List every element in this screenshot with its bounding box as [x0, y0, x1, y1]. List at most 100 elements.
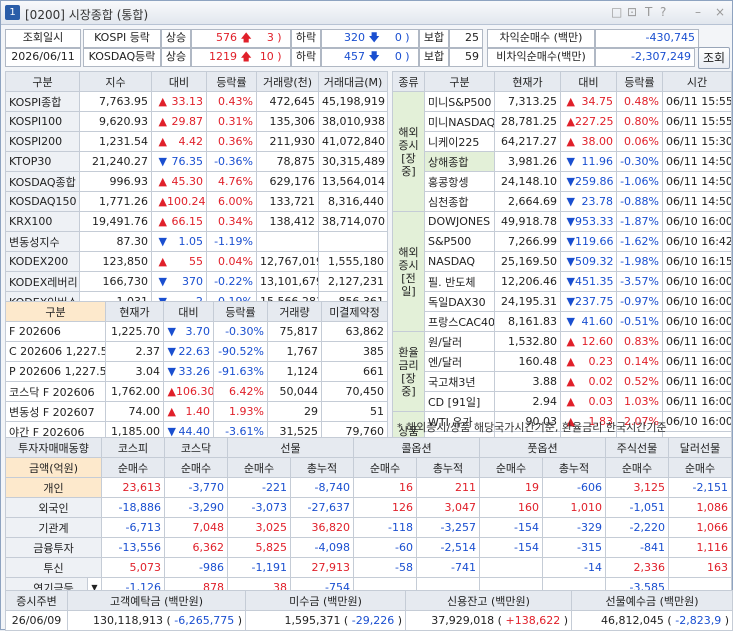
investor-col-futures: 선물	[227, 437, 354, 458]
world-name: 상해종합	[424, 151, 495, 172]
program-trade-label: 차익순매수 (백만)	[487, 29, 595, 48]
investor-value: 1,116	[668, 537, 732, 558]
index-row[interactable]: KRX100 19,491.76 ▲ 66.15 0.34% 138,412 38,714,…	[5, 211, 388, 232]
investor-value: -118	[353, 517, 417, 538]
world-row[interactable]: CD [91일] 2.94 ▲ 0.03 1.03% 06/11 16:00	[393, 391, 732, 412]
limit-down-count: 0	[394, 50, 402, 63]
index-row[interactable]: KOSDAQ150 1,771.26 ▲100.24 6.00% 133,721 8,31…	[5, 191, 388, 212]
world-change-value: 41.60	[581, 315, 614, 328]
investor-value: 1,066	[668, 517, 732, 538]
world-change-value: 451.35	[575, 275, 614, 288]
world-time: 06/10 16:00	[662, 271, 732, 292]
index-change: ▲ 33.13	[151, 91, 207, 112]
index-name: 변동성지수	[5, 231, 80, 252]
world-change-rate: -3.57%	[616, 271, 663, 292]
futures-row[interactable]: F 202606 1,225.70 ▼ 3.70 -0.30% 75,817 63,862	[5, 321, 388, 342]
world-row[interactable]: 니케이225 64,217.27 ▲ 38.00 0.06% 06/11 15:30	[393, 131, 732, 152]
investor-value: 163	[668, 557, 732, 578]
futures-open-interest: 70,450	[321, 381, 388, 402]
investor-value: -741	[416, 557, 480, 578]
futures-price: 74.00	[105, 401, 164, 422]
restore-icon[interactable]: □	[611, 5, 622, 19]
futures-change: ▲ 1.40	[163, 401, 214, 422]
index-row[interactable]: KOSPI200 1,231.54 ▲ 4.42 0.36% 211,930 41,072,…	[5, 131, 388, 152]
index-row[interactable]: KODEX200 123,850 ▲ 55 0.04% 12,767,019 1,555,1…	[5, 251, 388, 272]
world-row[interactable]: 해외 증시 [장중] 미니S&P500 7,313.25 ▲ 34.75 0.48% 06/…	[392, 91, 732, 212]
world-row[interactable]: 필. 반도체 12,206.46 ▼451.35 -3.57% 06/10 16:00	[393, 271, 732, 292]
world-change-rate: 0.48%	[616, 91, 663, 112]
world-time: 06/11 16:00	[662, 331, 732, 352]
help-icon[interactable]: ?	[660, 5, 666, 19]
index-change: ▼ 1.05	[151, 231, 207, 252]
index-change: ▲ 55	[151, 251, 207, 272]
world-row[interactable]: 홍콩항셍 24,148.10 ▼259.86 -1.06% 06/11 14:50	[393, 171, 732, 192]
index-row[interactable]: KOSPI종합 7,763.95 ▲ 33.13 0.43% 472,645 45,198,…	[5, 91, 388, 112]
index-value: 9,620.93	[79, 111, 152, 132]
world-change-rate: 0.83%	[616, 331, 663, 352]
index-change-rate: 0.04%	[206, 251, 257, 272]
investor-row[interactable]: 투신 5,073 -986 -1,191 27,913 -58 -741 -14 2,336 16…	[5, 557, 732, 578]
title-bar: 1 [0200] 시장종합 (통합) □ ⊡ T ? – ×	[1, 1, 732, 25]
world-row[interactable]: 독일DAX30 24,195.31 ▼237.75 -0.97% 06/10 16:00	[393, 291, 732, 312]
world-name: 필. 반도체	[424, 271, 495, 292]
world-change-rate: -1.87%	[616, 211, 663, 232]
world-row[interactable]: 심천종합 2,664.69 ▼ 23.78 -0.88% 06/11 14:50	[393, 191, 732, 212]
down-triangle-icon: ▼	[167, 345, 176, 358]
investor-col-kosdaq: 코스닥	[164, 437, 228, 458]
close-icon[interactable]: ×	[715, 5, 725, 19]
world-row[interactable]: 환율 금리 [장중] 원/달러 1,532.80 ▲ 12.60 0.83% 06/11 1…	[392, 331, 732, 412]
index-row[interactable]: KOSDAQ종합 996.93 ▲ 45.30 4.76% 629,176 13,564,0…	[5, 171, 388, 192]
futures-row[interactable]: P 202606 1,227.5 3.04 ▼ 33.26 -91.63% 1,124 66…	[5, 361, 388, 382]
investor-value	[479, 557, 543, 578]
copy-icon[interactable]: ⊡	[627, 5, 637, 19]
futures-row[interactable]: 코스닥 F 202606 1,762.00 ▲106.30 6.42% 50,044 70…	[5, 381, 388, 402]
index-row[interactable]: 변동성지수 87.30 ▼ 1.05 -1.19%	[5, 231, 388, 252]
credit-balance-change: +138,622	[505, 614, 561, 627]
investor-value: 126	[353, 497, 417, 518]
world-row[interactable]: S&P500 7,266.99 ▼119.66 -1.62% 06/10 16:42	[393, 231, 732, 252]
index-value: 21,240.27	[79, 151, 152, 172]
futures-row[interactable]: 변동성 F 202607 74.00 ▲ 1.40 1.93% 29 51	[5, 401, 388, 422]
up-triangle-icon: ▲	[566, 355, 575, 368]
investor-row[interactable]: 외국인 -18,886 -3,290 -3,073 -27,637 126 3,047 160…	[5, 497, 732, 518]
investor-row[interactable]: 기관계 -6,713 7,048 3,025 36,820 -118 -3,257 -154-…	[5, 517, 732, 538]
index-volume: 13,101,679	[256, 271, 319, 292]
up-triangle-icon: ▲	[566, 335, 575, 348]
investor-value: -2,151	[668, 477, 732, 498]
world-price: 24,195.31	[494, 291, 561, 312]
investor-name: 투신	[5, 557, 102, 578]
funds-row[interactable]: 26/06/09 130,118,913 ( -6,265,775 ) 1,595,…	[5, 610, 733, 631]
down-triangle-icon: ▼	[566, 255, 575, 268]
index-row[interactable]: KOSPI100 9,620.93 ▲ 29.87 0.31% 135,306 38,010…	[5, 111, 388, 132]
index-change: ▼ 370	[151, 271, 207, 292]
query-button[interactable]: 조회	[698, 47, 730, 69]
futures-change: ▼ 3.70	[163, 321, 214, 342]
world-row[interactable]: 프랑스CAC40 8,161.83 ▼ 41.60 -0.51% 06/10 16:00	[393, 311, 732, 332]
world-row[interactable]: 엔/달러 160.48 ▲ 0.23 0.14% 06/11 16:00	[393, 351, 732, 372]
world-row[interactable]: NASDAQ 25,169.50 ▼509.32 -1.98% 06/10 16:15	[393, 251, 732, 272]
index-row[interactable]: KODEX레버리 166,730 ▼ 370 -0.22% 13,101,679 2,127…	[5, 271, 388, 292]
world-row[interactable]: 해외 증시 [전일] DOWJONES 49,918.78 ▼953.33 -1.87%…	[392, 211, 732, 332]
down-triangle-icon: ▼	[566, 315, 575, 328]
investor-row[interactable]: 개인 23,613 -3,770 -221 -8,740 16 211 19 -606 3,125…	[5, 477, 732, 498]
futures-row[interactable]: C 202606 1,227.5 2.37 ▼ 22.63 -90.52% 1,767 38…	[5, 341, 388, 362]
index-row[interactable]: KTOP30 21,240.27 ▼ 76.35 -0.36% 78,875 30,315,…	[5, 151, 388, 172]
world-change: ▼953.33	[560, 211, 617, 232]
index-change-rate: 4.76%	[206, 171, 257, 192]
world-time: 06/10 16:42	[662, 231, 732, 252]
world-name: 독일DAX30	[424, 291, 495, 312]
up-triangle-icon: ▲	[566, 115, 575, 128]
index-value: 87.30	[79, 231, 152, 252]
futures-open-interest: 661	[321, 361, 388, 382]
investor-row[interactable]: 금융투자 -13,556 6,362 5,825 -4,098 -60 -2,514 -154…	[5, 537, 732, 558]
font-icon[interactable]: T	[645, 5, 652, 19]
minimize-icon[interactable]: –	[695, 5, 701, 19]
futures-col-header: 등락률	[213, 301, 268, 322]
world-row[interactable]: 국고채3년 3.88 ▲ 0.02 0.52% 06/11 16:00	[393, 371, 732, 392]
world-row[interactable]: 상해종합 3,981.26 ▼ 11.96 -0.30% 06/11 14:50	[393, 151, 732, 172]
world-row[interactable]: 미니NASDAQ 28,781.25 ▲227.25 0.80% 06/11 15:55	[393, 111, 732, 132]
futures-change: ▼ 22.63	[163, 341, 214, 362]
index-amount: 38,010,938	[318, 111, 388, 132]
index-change-value: 33.13	[171, 95, 204, 108]
futures-change-rate: -90.52%	[213, 341, 268, 362]
